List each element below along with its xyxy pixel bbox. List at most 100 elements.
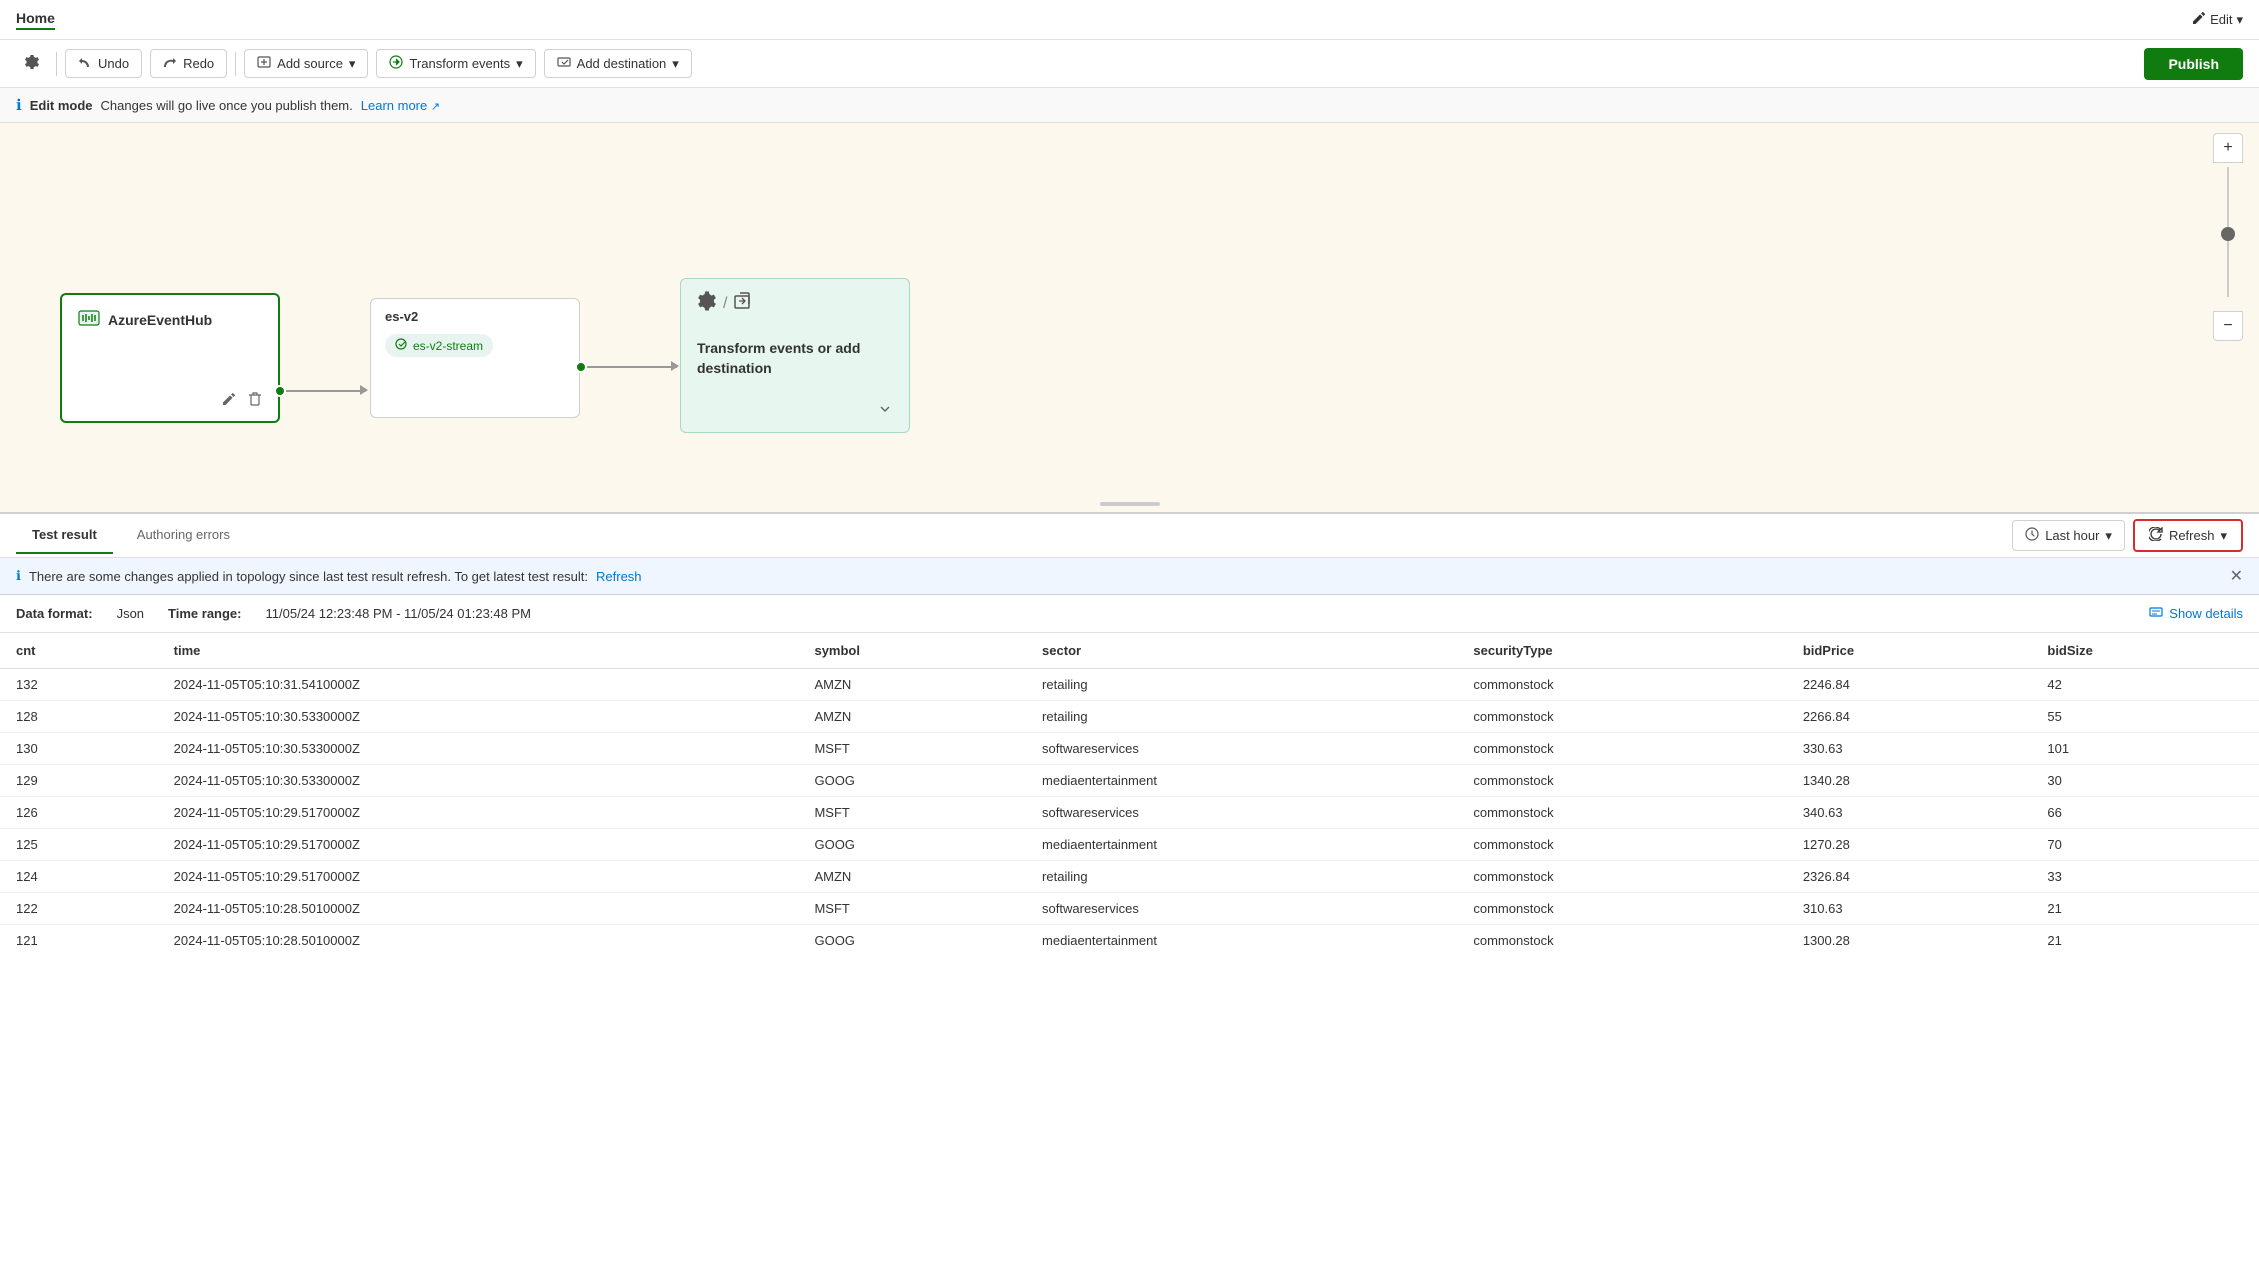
col-cnt: cnt xyxy=(0,633,158,669)
cell-time: 2024-11-05T05:10:29.5170000Z xyxy=(158,829,799,861)
es-v2-node[interactable]: es-v2 es-v2-stream xyxy=(370,298,580,418)
edit-node-icon[interactable] xyxy=(222,392,236,409)
cell-time: 2024-11-05T05:10:30.5330000Z xyxy=(158,733,799,765)
table-row: 1322024-11-05T05:10:31.5410000ZAMZNretai… xyxy=(0,669,2259,701)
cell-securityType: commonstock xyxy=(1457,733,1786,765)
cell-cnt: 125 xyxy=(0,829,158,861)
show-details-button[interactable]: Show details xyxy=(2149,605,2243,622)
last-hour-dropdown[interactable]: Last hour ▾ xyxy=(2012,520,2125,551)
add-source-button[interactable]: Add source ▾ xyxy=(244,49,368,78)
settings-button[interactable] xyxy=(16,49,48,78)
transform-node[interactable]: / Transform events or add destination xyxy=(680,278,910,433)
cell-cnt: 132 xyxy=(0,669,158,701)
stream-tag-label: es-v2-stream xyxy=(413,339,483,353)
cell-time: 2024-11-05T05:10:28.5010000Z xyxy=(158,893,799,925)
page-title: Home xyxy=(16,10,55,30)
undo-button[interactable]: Undo xyxy=(65,49,142,78)
cell-time: 2024-11-05T05:10:29.5170000Z xyxy=(158,861,799,893)
pencil-icon xyxy=(2192,11,2206,28)
undo-label: Undo xyxy=(98,56,129,71)
cell-bidPrice: 1270.28 xyxy=(1787,829,2032,861)
transform-events-button[interactable]: Transform events ▾ xyxy=(376,49,535,78)
clock-icon xyxy=(2025,527,2039,544)
cell-symbol: GOOG xyxy=(798,925,1026,954)
close-banner-button[interactable]: ✕ xyxy=(2230,566,2243,586)
col-time: time xyxy=(158,633,799,669)
cell-bidSize: 101 xyxy=(2031,733,2259,765)
col-security-type: securityType xyxy=(1457,633,1786,669)
cell-symbol: MSFT xyxy=(798,797,1026,829)
stream-output-dot xyxy=(575,361,587,373)
publish-button[interactable]: Publish xyxy=(2144,48,2243,80)
cell-sector: softwareservices xyxy=(1026,893,1457,925)
cell-sector: retailing xyxy=(1026,669,1457,701)
table-row: 1242024-11-05T05:10:29.5170000ZAMZNretai… xyxy=(0,861,2259,893)
tab-test-result[interactable]: Test result xyxy=(16,517,113,554)
table-row: 1262024-11-05T05:10:29.5170000ZMSFTsoftw… xyxy=(0,797,2259,829)
tab-bar: Test result Authoring errors Last hour ▾… xyxy=(0,514,2259,558)
table-row: 1302024-11-05T05:10:30.5330000ZMSFTsoftw… xyxy=(0,733,2259,765)
learn-more-link[interactable]: Learn more ↗ xyxy=(361,98,440,113)
cell-sector: mediaentertainment xyxy=(1026,829,1457,861)
edit-button[interactable]: Edit ▾ xyxy=(2192,11,2243,28)
cell-bidSize: 33 xyxy=(2031,861,2259,893)
title-bar-left: Home xyxy=(16,10,55,30)
transform-icon xyxy=(389,55,403,72)
cell-bidPrice: 1340.28 xyxy=(1787,765,2032,797)
cell-sector: retailing xyxy=(1026,701,1457,733)
zoom-slider[interactable] xyxy=(2227,167,2229,307)
stream-tag: es-v2-stream xyxy=(385,334,493,357)
refresh-link[interactable]: Refresh xyxy=(596,569,642,584)
cell-cnt: 124 xyxy=(0,861,158,893)
cell-bidSize: 21 xyxy=(2031,925,2259,954)
canvas-area: AzureEventHub es-v2 es-v2-stream xyxy=(0,123,2259,513)
node-actions xyxy=(222,392,262,409)
azure-eventhub-node[interactable]: AzureEventHub xyxy=(60,293,280,423)
transform-chevron: ▾ xyxy=(516,56,523,72)
toolbar: Undo Redo Add source ▾ Transform events … xyxy=(0,40,2259,88)
cell-symbol: GOOG xyxy=(798,765,1026,797)
cell-symbol: AMZN xyxy=(798,701,1026,733)
dropdown-chevron: ▾ xyxy=(2105,528,2112,544)
add-destination-button[interactable]: Add destination ▾ xyxy=(544,49,692,78)
gear-icon xyxy=(697,291,717,316)
cell-bidSize: 55 xyxy=(2031,701,2259,733)
table-row: 1282024-11-05T05:10:30.5330000ZAMZNretai… xyxy=(0,701,2259,733)
time-range-label: Time range: xyxy=(168,606,241,621)
cell-symbol: GOOG xyxy=(798,829,1026,861)
data-table: cnt time symbol sector securityType bidP… xyxy=(0,633,2259,953)
cell-symbol: MSFT xyxy=(798,893,1026,925)
add-source-icon xyxy=(257,55,271,72)
connector-line-1 xyxy=(286,390,366,392)
tab-authoring-errors[interactable]: Authoring errors xyxy=(121,517,246,554)
zoom-out-button[interactable]: − xyxy=(2213,311,2243,341)
scroll-hint xyxy=(1100,502,1160,506)
cell-symbol: MSFT xyxy=(798,733,1026,765)
table-row: 1212024-11-05T05:10:28.5010000ZGOOGmedia… xyxy=(0,925,2259,954)
node-title: AzureEventHub xyxy=(78,307,212,332)
arrow-1 xyxy=(360,385,368,395)
delete-node-icon[interactable] xyxy=(248,392,262,409)
data-table-wrapper: cnt time symbol sector securityType bidP… xyxy=(0,633,2259,953)
col-bid-price: bidPrice xyxy=(1787,633,2032,669)
cell-bidSize: 66 xyxy=(2031,797,2259,829)
undo-icon xyxy=(78,55,92,72)
redo-button[interactable]: Redo xyxy=(150,49,227,78)
cell-bidSize: 21 xyxy=(2031,893,2259,925)
zoom-controls: + − xyxy=(2213,133,2243,341)
edit-mode-message: Changes will go live once you publish th… xyxy=(101,98,353,113)
transform-chevron-icon[interactable] xyxy=(877,401,893,420)
cell-symbol: AMZN xyxy=(798,669,1026,701)
cell-securityType: commonstock xyxy=(1457,797,1786,829)
slash-separator: / xyxy=(723,295,727,313)
col-bid-size: bidSize xyxy=(2031,633,2259,669)
add-destination-chevron: ▾ xyxy=(672,56,679,72)
table-row: 1292024-11-05T05:10:30.5330000ZGOOGmedia… xyxy=(0,765,2259,797)
stream-icon xyxy=(395,338,407,353)
info-banner: ℹ There are some changes applied in topo… xyxy=(0,558,2259,595)
zoom-track xyxy=(2227,167,2229,297)
data-format-value: Json xyxy=(117,606,144,621)
refresh-button[interactable]: Refresh ▾ xyxy=(2133,519,2243,552)
cell-securityType: commonstock xyxy=(1457,701,1786,733)
zoom-in-button[interactable]: + xyxy=(2213,133,2243,163)
